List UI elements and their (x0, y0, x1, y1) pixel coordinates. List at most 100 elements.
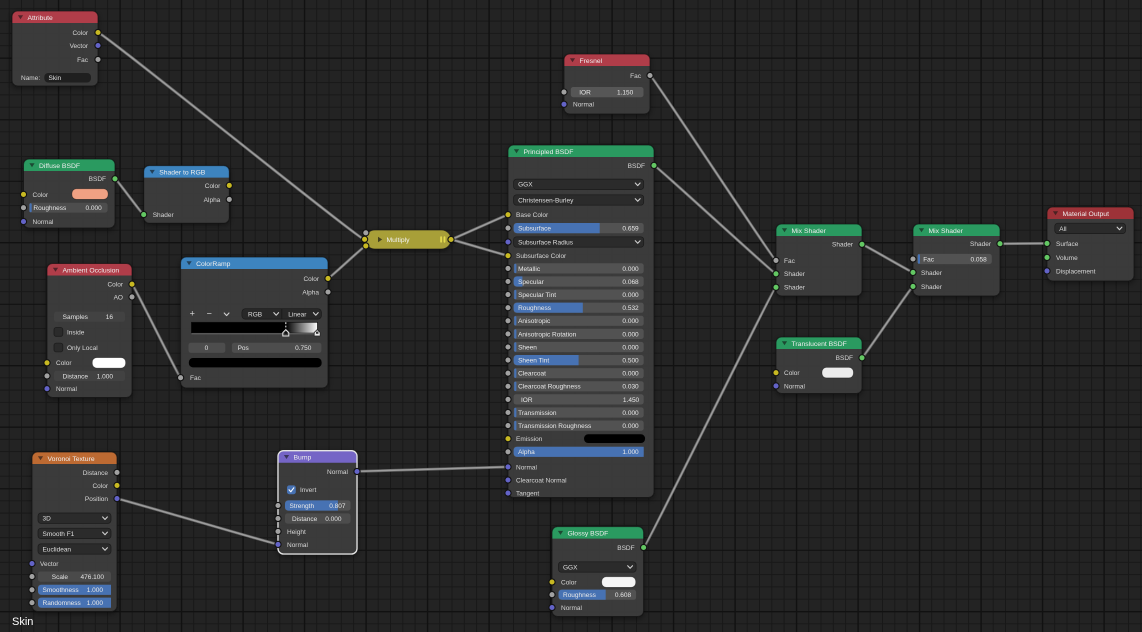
svg-text:Sheen Tint: Sheen Tint (518, 358, 549, 365)
svg-text:−: − (207, 308, 212, 318)
svg-text:Fac: Fac (923, 256, 935, 263)
svg-text:Strength: Strength (290, 503, 315, 510)
svg-text:Color: Color (92, 483, 108, 490)
svg-text:Pos: Pos (238, 345, 250, 352)
svg-text:Smooth F1: Smooth F1 (43, 531, 75, 538)
svg-text:RGB: RGB (248, 311, 262, 318)
svg-text:Skin: Skin (49, 75, 62, 82)
svg-text:Clearcoat Roughness: Clearcoat Roughness (518, 384, 581, 391)
svg-text:Color: Color (72, 30, 88, 37)
svg-text:Voronoi Texture: Voronoi Texture (48, 456, 95, 463)
svg-text:Fresnel: Fresnel (580, 58, 603, 65)
svg-text:AO: AO (114, 294, 123, 301)
svg-text:Linear: Linear (288, 311, 307, 318)
svg-text:0.750: 0.750 (295, 345, 312, 352)
svg-text:Inside: Inside (67, 329, 85, 336)
svg-text:Christensen-Burley: Christensen-Burley (518, 197, 574, 204)
svg-text:Only Local: Only Local (67, 345, 98, 352)
svg-text:Alpha: Alpha (302, 289, 319, 296)
svg-text:Tangent: Tangent (516, 491, 539, 498)
svg-text:BSDF: BSDF (617, 545, 634, 552)
svg-text:BSDF: BSDF (836, 355, 853, 362)
svg-text:Subsurface: Subsurface (518, 226, 551, 233)
svg-text:Distance: Distance (83, 470, 109, 477)
svg-text:ColorRamp: ColorRamp (196, 261, 231, 268)
svg-text:0.058: 0.058 (971, 256, 988, 263)
svg-text:0.608: 0.608 (615, 592, 632, 599)
svg-text:0.000: 0.000 (622, 423, 639, 430)
svg-text:Samples: Samples (63, 314, 89, 321)
svg-text:0: 0 (205, 345, 209, 352)
svg-text:Diffuse BSDF: Diffuse BSDF (39, 163, 80, 170)
svg-text:0.807: 0.807 (329, 503, 346, 510)
svg-text:Sheen: Sheen (518, 344, 537, 351)
svg-text:Color: Color (205, 183, 221, 190)
svg-text:Color: Color (33, 192, 49, 199)
svg-text:Vector: Vector (70, 43, 89, 50)
svg-text:Fac: Fac (190, 375, 202, 382)
svg-text:Shader: Shader (153, 212, 175, 219)
svg-text:Normal: Normal (56, 386, 78, 393)
svg-text:Subsurface Radius: Subsurface Radius (518, 239, 574, 246)
svg-text:Position: Position (85, 496, 109, 503)
svg-text:Normal: Normal (287, 542, 309, 549)
svg-text:3D: 3D (43, 516, 52, 523)
svg-text:16: 16 (106, 314, 114, 321)
svg-text:Shader: Shader (921, 284, 943, 291)
svg-text:+: + (190, 308, 195, 318)
svg-text:Fac: Fac (77, 57, 89, 64)
svg-text:Alpha: Alpha (204, 197, 221, 204)
svg-text:Euclidean: Euclidean (43, 546, 72, 553)
svg-text:Randomness: Randomness (43, 600, 82, 607)
svg-text:1.000: 1.000 (87, 600, 104, 607)
svg-text:BSDF: BSDF (89, 176, 106, 183)
svg-text:1.000: 1.000 (97, 373, 114, 380)
svg-text:Attribute: Attribute (28, 15, 54, 22)
svg-text:476.100: 476.100 (81, 574, 105, 581)
svg-text:Subsurface Color: Subsurface Color (516, 253, 567, 260)
svg-text:1.450: 1.450 (623, 397, 640, 404)
svg-text:Color: Color (107, 282, 123, 289)
svg-text:Roughness: Roughness (563, 592, 597, 599)
svg-text:0.000: 0.000 (325, 516, 342, 523)
svg-text:Fac: Fac (630, 73, 642, 80)
svg-text:Height: Height (287, 529, 306, 536)
svg-text:Shader: Shader (784, 285, 806, 292)
svg-text:Normal: Normal (327, 469, 349, 476)
svg-text:Clearcoat: Clearcoat (518, 371, 546, 378)
svg-text:Shader: Shader (784, 271, 806, 278)
svg-text:Alpha: Alpha (518, 449, 535, 456)
svg-text:0.000: 0.000 (622, 292, 639, 299)
svg-text:Surface: Surface (1056, 241, 1079, 248)
svg-text:0.000: 0.000 (622, 344, 639, 351)
svg-text:Specular: Specular (518, 279, 544, 286)
svg-text:Shader: Shader (832, 242, 854, 249)
svg-text:Color: Color (303, 276, 319, 283)
svg-text:Shader to RGB: Shader to RGB (159, 169, 206, 176)
svg-text:Volume: Volume (1056, 255, 1078, 262)
svg-text:Translucent BSDF: Translucent BSDF (792, 341, 847, 348)
svg-text:Normal: Normal (33, 219, 55, 226)
svg-text:0.000: 0.000 (622, 318, 639, 325)
svg-text:Normal: Normal (784, 383, 806, 390)
svg-text:Shader: Shader (921, 270, 943, 277)
svg-text:0.000: 0.000 (622, 371, 639, 378)
svg-text:Material Output: Material Output (1063, 211, 1110, 218)
svg-text:0.500: 0.500 (622, 358, 639, 365)
svg-text:Transmission: Transmission (518, 410, 557, 417)
svg-text:Metallic: Metallic (518, 266, 541, 273)
svg-text:Color: Color (56, 360, 72, 367)
svg-text:Transmission Roughness: Transmission Roughness (518, 423, 592, 430)
svg-text:Clearcoat Normal: Clearcoat Normal (516, 477, 567, 484)
svg-text:Fac: Fac (784, 258, 796, 265)
svg-text:All: All (1059, 226, 1067, 233)
svg-text:Anisotropic Rotation: Anisotropic Rotation (518, 331, 577, 338)
svg-text:Mix Shader: Mix Shader (929, 228, 964, 235)
svg-text:0.000: 0.000 (622, 266, 639, 273)
svg-text:Specular Tint: Specular Tint (518, 292, 556, 299)
svg-text:0.532: 0.532 (622, 305, 639, 312)
svg-text:0.000: 0.000 (622, 410, 639, 417)
svg-text:Normal: Normal (561, 605, 583, 612)
svg-text:Vector: Vector (40, 561, 59, 568)
svg-text:Normal: Normal (573, 102, 595, 109)
